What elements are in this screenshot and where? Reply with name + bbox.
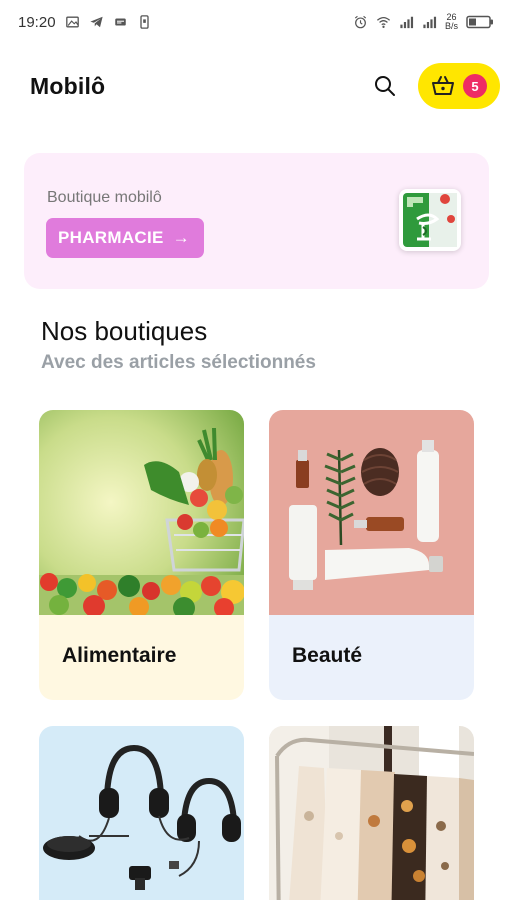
shop-card-label: Alimentaire [62, 644, 177, 667]
headphones-image [39, 726, 244, 900]
card-label-area: Alimentaire [39, 615, 244, 700]
section-title: Nos boutiques [41, 316, 208, 346]
promo-subtitle: Boutique mobilô [47, 189, 162, 206]
cosmetics-image [269, 410, 474, 615]
shop-card-alimentaire[interactable]: Alimentaire [39, 410, 244, 700]
signal-icon [400, 16, 414, 29]
search-button[interactable] [370, 71, 400, 101]
signal-icon-2 [423, 16, 437, 29]
pharmacy-thumbnail [399, 189, 461, 251]
network-speed-unit: B/s [444, 21, 458, 31]
status-bar-right: 26 B/s [353, 13, 494, 31]
basket-icon [432, 76, 454, 95]
card-label-area: Beauté [269, 615, 474, 700]
telegram-icon [89, 16, 103, 28]
pharmacy-logo-icon [403, 193, 457, 247]
status-time: 19:20 [18, 13, 56, 31]
status-bar-left: 19:20 [18, 14, 152, 31]
app-header: Mobilô 5 [0, 56, 512, 116]
gallery-icon [65, 16, 79, 28]
battery-icon [466, 15, 493, 29]
section-subtitle: Avec des articles sélectionnés [41, 352, 316, 373]
arrow-right-icon: → [172, 228, 190, 247]
shop-card-label: Beauté [292, 644, 363, 667]
shop-card-beaute[interactable]: Beauté [269, 410, 474, 700]
cart-count-badge: 5 [463, 74, 487, 98]
shop-card-mode[interactable] [269, 726, 474, 900]
message-icon [114, 18, 126, 26]
phone-notification-icon [139, 15, 149, 29]
network-speed: 26 B/s [445, 13, 458, 31]
pharmacie-button[interactable]: PHARMACIE → [46, 218, 204, 258]
app-logo[interactable]: Mobilô [30, 73, 105, 100]
promo-banner[interactable]: Boutique mobilô PHARMACIE → [24, 153, 489, 289]
status-bar: 19:20 26 B/s [0, 0, 512, 44]
wifi-icon [376, 16, 391, 28]
clothing-rack-image [269, 726, 474, 900]
shop-card-electronique[interactable] [39, 726, 244, 900]
grocery-cart-image [39, 410, 244, 615]
search-icon [375, 76, 395, 96]
header-actions: 5 [370, 63, 500, 109]
cart-button[interactable]: 5 [418, 63, 500, 109]
pharmacie-button-label: PHARMACIE [58, 228, 164, 247]
alarm-icon [354, 15, 367, 29]
